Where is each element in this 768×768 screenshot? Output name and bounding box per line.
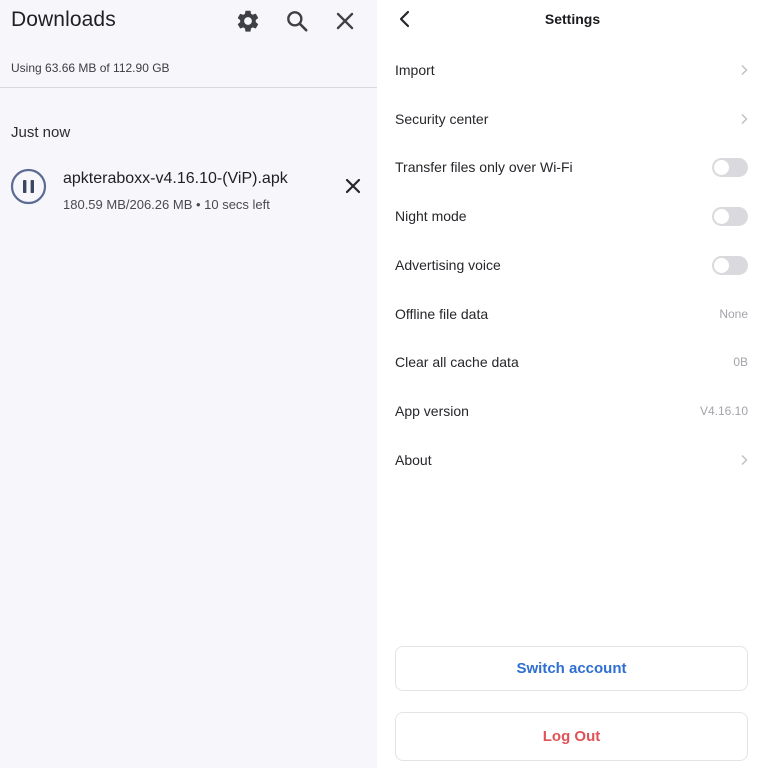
settings-row-about[interactable]: About xyxy=(377,440,768,480)
download-progress-text: 180.59 MB/206.26 MB • 10 secs left xyxy=(63,197,270,212)
settings-row-wifi-only: Transfer files only over Wi-Fi xyxy=(377,147,768,187)
settings-row-offline-file-data[interactable]: Offline file data None xyxy=(377,294,768,334)
row-value: None xyxy=(719,307,748,321)
settings-row-import[interactable]: Import xyxy=(377,50,768,90)
row-value: 0B xyxy=(733,355,748,369)
downloads-title: Downloads xyxy=(11,8,116,31)
downloads-panel: Downloads Using 63.66 MB of 112.90 GB Ju… xyxy=(0,0,377,768)
row-label: Advertising voice xyxy=(395,257,501,273)
row-label: Clear all cache data xyxy=(395,354,519,370)
settings-row-app-version: App version V4.16.10 xyxy=(377,391,768,431)
toggle-knob xyxy=(714,258,729,273)
chevron-right-icon xyxy=(740,113,748,125)
storage-usage-text: Using 63.66 MB of 112.90 GB xyxy=(11,61,170,75)
settings-row-advertising-voice: Advertising voice xyxy=(377,245,768,285)
settings-row-clear-cache[interactable]: Clear all cache data 0B xyxy=(377,342,768,382)
advertising-voice-toggle[interactable] xyxy=(712,256,748,275)
toggle-knob xyxy=(714,209,729,224)
row-label: Security center xyxy=(395,111,489,127)
gear-icon[interactable] xyxy=(235,8,261,34)
wifi-only-toggle[interactable] xyxy=(712,158,748,177)
close-icon[interactable] xyxy=(332,8,358,34)
search-icon[interactable] xyxy=(284,8,310,34)
chevron-right-icon xyxy=(740,454,748,466)
logout-button[interactable]: Log Out xyxy=(395,712,748,761)
row-label: Transfer files only over Wi-Fi xyxy=(395,159,573,175)
header-divider xyxy=(0,87,377,88)
toggle-knob xyxy=(714,160,729,175)
settings-panel: Settings Import Security center Transfer… xyxy=(377,0,768,768)
section-header-just-now: Just now xyxy=(11,124,71,141)
download-file-name[interactable]: apkteraboxx-v4.16.10-(ViP).apk xyxy=(63,170,288,188)
settings-row-security-center[interactable]: Security center xyxy=(377,99,768,139)
row-value: V4.16.10 xyxy=(699,404,748,418)
settings-row-night-mode: Night mode xyxy=(377,196,768,236)
chevron-right-icon xyxy=(740,64,748,76)
row-label: Import xyxy=(395,62,435,78)
row-label: About xyxy=(395,452,432,468)
row-label: App version xyxy=(395,403,469,419)
settings-title: Settings xyxy=(544,11,601,27)
row-label: Offline file data xyxy=(395,306,489,322)
night-mode-toggle[interactable] xyxy=(712,207,748,226)
pause-download-button[interactable] xyxy=(10,168,47,205)
switch-account-button[interactable]: Switch account xyxy=(395,646,748,691)
row-label: Night mode xyxy=(395,208,467,224)
cancel-download-button[interactable] xyxy=(342,175,364,197)
